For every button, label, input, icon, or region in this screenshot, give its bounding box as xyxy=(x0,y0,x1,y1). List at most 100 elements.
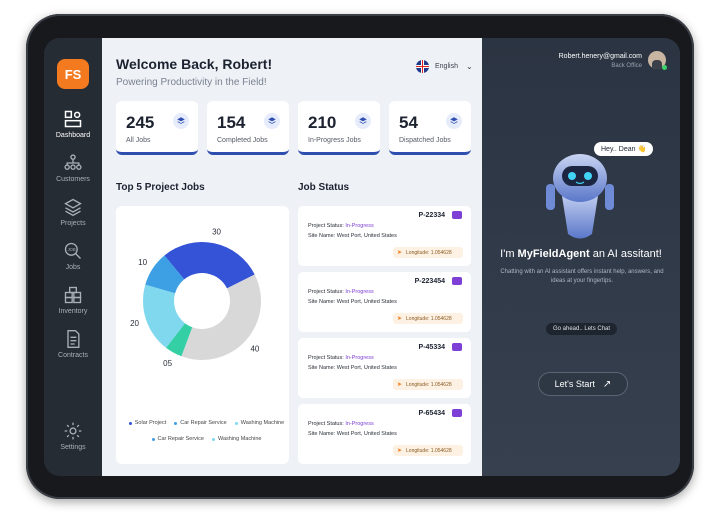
sidebar-item-jobs[interactable]: JOB Jobs xyxy=(44,241,102,271)
sidebar-item-label: Projects xyxy=(60,220,86,227)
legend-item: Car Repair Service xyxy=(174,420,227,426)
site-label: Site Name: xyxy=(308,233,336,239)
sidebar-item-label: Customers xyxy=(56,176,90,183)
donut-chart: 30 40 05 20 10 xyxy=(130,228,261,368)
app-screen: FS Dashboard Customers Projects JOB Jobs xyxy=(44,38,680,476)
donut-slice[interactable] xyxy=(181,274,261,360)
legend-label: Washing Machine xyxy=(217,436,262,442)
inventory-boxes-icon xyxy=(64,286,82,304)
language-selector[interactable]: English ⌄ xyxy=(416,60,473,73)
stat-card-in-progress-jobs[interactable]: 210 In-Progress Jobs xyxy=(298,101,380,155)
navigation-arrow-icon: ➤ xyxy=(397,316,403,322)
site-label: Site Name: xyxy=(308,299,336,305)
language-label: English xyxy=(435,63,458,70)
arrow-up-right-icon: ↗ xyxy=(602,378,612,390)
assistant-description: Chatting with an AI assistant offers ins… xyxy=(500,269,664,284)
legend-item: Washing Machine xyxy=(234,420,285,426)
navigation-arrow-icon: ➤ xyxy=(397,448,403,454)
sidebar-item-projects[interactable]: Projects xyxy=(44,197,102,227)
job-card[interactable]: P-65434 Project Status: In-Progress Site… xyxy=(298,404,471,464)
chat-prompt-bubble: Go ahead.. Lets Chat xyxy=(546,323,618,335)
legend-dot xyxy=(174,421,178,425)
site-label: Site Name: xyxy=(308,431,336,437)
status-label: Project Status: xyxy=(308,355,344,361)
job-card[interactable]: P-223454 Project Status: In-Progress Sit… xyxy=(298,272,471,332)
status-value: In-Progress xyxy=(345,355,374,361)
status-label: Project Status: xyxy=(308,421,344,427)
donut-value-label: 10 xyxy=(138,258,147,267)
navigation-arrow-icon: ➤ xyxy=(397,382,403,388)
sidebar-item-label: Contracts xyxy=(58,352,88,359)
stat-value: 210 xyxy=(308,113,337,132)
legend-label: Solar Project xyxy=(134,420,167,426)
stat-value: 54 xyxy=(399,113,418,132)
status-value: In-Progress xyxy=(345,421,374,427)
briefcase-icon xyxy=(452,211,462,219)
status-value: In-Progress xyxy=(345,223,374,229)
chart-legend: Solar Project Car Repair Service Washing… xyxy=(124,420,289,452)
legend-dot xyxy=(151,437,155,441)
stat-label: All Jobs xyxy=(126,137,151,144)
chevron-down-icon: ⌄ xyxy=(465,62,473,71)
layers-icon xyxy=(173,113,189,129)
legend-dot xyxy=(234,421,238,425)
user-role: Back Office xyxy=(611,63,642,69)
tagline-suffix: an AI assitant! xyxy=(589,248,662,260)
uk-flag-icon xyxy=(416,60,429,73)
layers-icon xyxy=(446,113,462,129)
legend-dot xyxy=(128,421,132,425)
start-button-label: Let's Start xyxy=(554,379,595,389)
sidebar-item-inventory[interactable]: Inventory xyxy=(44,285,102,315)
longitude-badge: ➤ Longitude: 1.054628 xyxy=(393,313,463,324)
layers-icon xyxy=(264,113,280,129)
sidebar-item-label: Settings xyxy=(60,444,86,451)
job-id: P-45334 xyxy=(418,344,445,351)
sidebar-item-label: Dashboard xyxy=(55,132,91,139)
stat-card-all-jobs[interactable]: 245 All Jobs xyxy=(116,101,198,155)
greeting-bubble: Hey.. Dean 👋 xyxy=(594,142,654,156)
stat-label: Completed Jobs xyxy=(217,137,268,144)
donut-chart-card: 30 40 05 20 10 Solar Project Car Repair Serv… xyxy=(116,206,289,464)
briefcase-icon xyxy=(452,409,462,417)
assistant-tagline: I'm MyFieldAgent an AI assitant! xyxy=(482,248,680,260)
sidebar-item-customers[interactable]: Customers xyxy=(44,153,102,183)
user-email: Robert.henery@gmail.com xyxy=(558,53,642,60)
sidebar-item-dashboard[interactable]: Dashboard xyxy=(44,109,102,139)
stat-label: Dispatched Jobs xyxy=(399,137,451,144)
briefcase-icon xyxy=(452,277,462,285)
sidebar-item-contracts[interactable]: Contracts xyxy=(44,329,102,359)
stat-card-dispatched-jobs[interactable]: 54 Dispatched Jobs xyxy=(389,101,471,155)
tagline-prefix: I'm xyxy=(500,248,518,260)
job-status-title: Job Status xyxy=(298,182,350,193)
gear-icon xyxy=(64,422,82,440)
document-icon xyxy=(67,330,80,348)
site-value: West Port, United States xyxy=(336,299,397,305)
donut-value-label: 20 xyxy=(130,319,139,328)
assistant-panel: Robert.henery@gmail.com Back Office Hey.… xyxy=(482,38,680,476)
lets-start-button[interactable]: Let's Start ↗ xyxy=(538,372,628,396)
layers-icon xyxy=(355,113,371,129)
status-label: Project Status: xyxy=(308,223,344,229)
top-projects-title: Top 5 Project Jobs xyxy=(116,182,205,193)
sidebar: FS Dashboard Customers Projects JOB Jobs xyxy=(44,38,102,476)
longitude-value: Longitude: 1.054628 xyxy=(406,315,452,322)
sidebar-item-settings[interactable]: Settings xyxy=(44,421,102,451)
stat-card-completed-jobs[interactable]: 154 Completed Jobs xyxy=(207,101,289,155)
status-label: Project Status: xyxy=(308,289,344,295)
legend-label: Washing Machine xyxy=(240,420,285,426)
longitude-value: Longitude: 1.054628 xyxy=(406,447,452,454)
stat-value: 245 xyxy=(126,113,155,132)
layers-icon xyxy=(64,198,82,217)
page-title: Welcome Back, Robert! xyxy=(116,56,273,72)
site-value: West Port, United States xyxy=(336,431,397,437)
job-card[interactable]: P-22334 Project Status: In-Progress Site… xyxy=(298,206,471,266)
longitude-badge: ➤ Longitude: 1.054628 xyxy=(393,445,463,456)
legend-item: Washing Machine xyxy=(211,436,262,442)
job-id: P-223454 xyxy=(414,278,445,285)
app-logo[interactable]: FS xyxy=(57,59,89,89)
job-card[interactable]: P-45334 Project Status: In-Progress Site… xyxy=(298,338,471,398)
longitude-value: Longitude: 1.054628 xyxy=(406,249,452,256)
customers-icon xyxy=(64,154,82,170)
dashboard-icon xyxy=(64,110,82,128)
job-id: P-65434 xyxy=(418,410,445,417)
